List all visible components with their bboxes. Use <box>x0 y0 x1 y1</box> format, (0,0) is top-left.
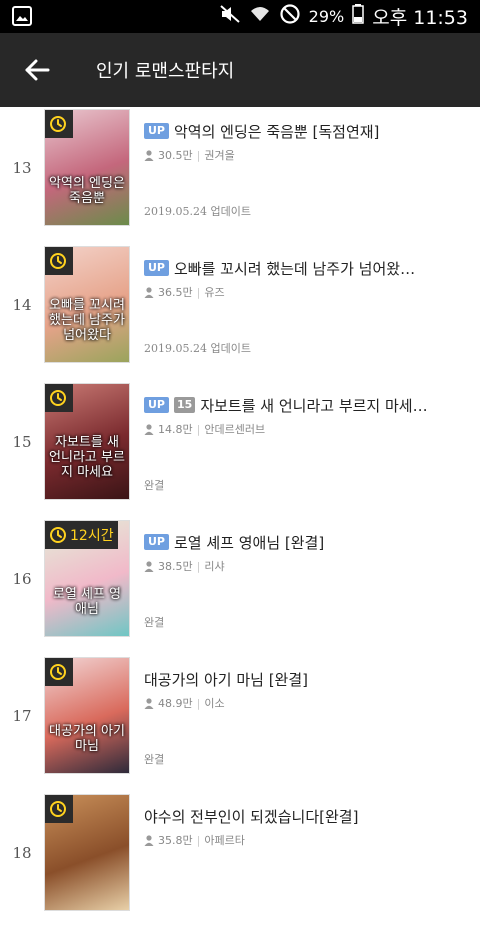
update-badge: UP <box>144 534 169 550</box>
wait-free-badge <box>45 110 73 138</box>
page-title: 인기 로맨스판타지 <box>96 61 235 82</box>
item-info: UP 오빠를 꼬시려 했는데 남주가 넘어왔… 36.5만 | 유즈 <box>144 258 468 300</box>
cover-title-text: 악역의 엔딩은 죽음뿐 <box>49 176 125 207</box>
battery-percent: 29% <box>308 7 345 26</box>
separator: | <box>196 833 201 847</box>
wait-free-badge: 12시간 <box>45 521 118 549</box>
list-item[interactable]: 13 악역의 엔딩은 죽음뿐 UP 악역의 엔딩은 죽음뿐 [독점연재] 30.5만 | 권… <box>0 107 480 244</box>
clock-icon <box>50 664 66 680</box>
view-count: 36.5만 <box>158 286 193 299</box>
cover-thumbnail[interactable]: 자보트를 새 언니라고 부르지 마세요 <box>44 383 130 500</box>
author-name: 아페르타 <box>204 834 245 847</box>
update-badge: UP <box>144 123 169 139</box>
view-count: 35.8만 <box>158 834 193 847</box>
item-info: UP 로열 셰프 영애님 [완결] 38.5만 | 리샤 <box>144 532 468 574</box>
separator: | <box>196 148 201 162</box>
person-icon <box>144 560 154 572</box>
separator: | <box>196 285 201 299</box>
status-text: 2019.05.24 업데이트 <box>144 342 251 355</box>
separator: | <box>196 696 201 710</box>
cover-thumbnail[interactable]: 악역의 엔딩은 죽음뿐 <box>44 109 130 226</box>
update-badge: UP <box>144 397 169 413</box>
item-info: 야수의 전부인이 되겠습니다[완결] 35.8만 | 아페르타 <box>144 806 468 848</box>
wait-free-time: 12시간 <box>70 528 114 544</box>
list-item[interactable]: 15 자보트를 새 언니라고 부르지 마세요 UP 15 자보트를 새 언니라고 부르지… <box>0 381 480 518</box>
cover-title-text: 로열 셰프 영애님 <box>52 587 122 618</box>
list-item[interactable]: 16 12시간로열 셰프 영애님 UP 로열 셰프 영애님 [완결] 38.5만 | 리샤완… <box>0 518 480 655</box>
age-rating-badge: 15 <box>174 397 196 413</box>
view-count: 38.5만 <box>158 560 193 573</box>
cover-title-text: 자보트를 새 언니라고 부르지 마세요 <box>49 435 125 481</box>
item-title[interactable]: 오빠를 꼬시려 했는데 남주가 넘어왔… <box>174 258 415 278</box>
status-text: 완결 <box>144 616 165 629</box>
separator: | <box>196 422 201 436</box>
separator: | <box>196 559 201 573</box>
item-info: 대공가의 아기 마님 [완결] 48.9만 | 이소 <box>144 669 468 711</box>
back-button[interactable] <box>20 55 54 85</box>
author-name: 리샤 <box>204 560 225 573</box>
cover-title-text: 대공가의 아기 마님 <box>49 724 125 755</box>
clock-icon <box>50 390 66 406</box>
ranking-list: 13 악역의 엔딩은 죽음뿐 UP 악역의 엔딩은 죽음뿐 [독점연재] 30.5만 | 권… <box>0 107 480 929</box>
cover-thumbnail[interactable]: 12시간로열 셰프 영애님 <box>44 520 130 637</box>
view-count: 48.9만 <box>158 697 193 710</box>
item-title[interactable]: 악역의 엔딩은 죽음뿐 [독점연재] <box>174 121 379 141</box>
app-bar: 인기 로맨스판타지 <box>0 33 480 107</box>
rank-number: 18 <box>12 844 32 862</box>
view-count: 14.8만 <box>158 423 193 436</box>
item-title[interactable]: 자보트를 새 언니라고 부르지 마세… <box>200 395 427 415</box>
view-count: 30.5만 <box>158 149 193 162</box>
status-text: 완결 <box>144 753 165 766</box>
item-title[interactable]: 로열 셰프 영애님 [완결] <box>174 532 324 552</box>
wait-free-badge <box>45 795 73 823</box>
gallery-notification-icon <box>12 6 32 30</box>
no-sim-icon <box>279 3 301 30</box>
author-name: 안데르센러브 <box>204 423 266 436</box>
wait-free-badge <box>45 658 73 686</box>
status-text: 완결 <box>144 479 165 492</box>
item-title[interactable]: 대공가의 아기 마님 [완결] <box>144 669 308 689</box>
person-icon <box>144 423 154 435</box>
person-icon <box>144 149 154 161</box>
back-arrow-icon <box>25 59 50 81</box>
person-icon <box>144 286 154 298</box>
item-info: UP 15 자보트를 새 언니라고 부르지 마세… 14.8만 | 안데르센러브 <box>144 395 468 437</box>
rank-number: 16 <box>12 570 32 588</box>
wait-free-badge <box>45 247 73 275</box>
cover-thumbnail[interactable]: 오빠를 꼬시려 했는데 남주가 넘어왔다 <box>44 246 130 363</box>
battery-icon <box>352 4 364 29</box>
wifi-icon <box>249 4 271 29</box>
status-bar: 29% 오후 11:53 <box>0 0 480 33</box>
rank-number: 17 <box>12 707 32 725</box>
person-icon <box>144 697 154 709</box>
author-name: 이소 <box>204 697 225 710</box>
clock: 오후 11:53 <box>372 7 468 29</box>
rank-number: 13 <box>12 159 32 177</box>
status-text: 2019.05.24 업데이트 <box>144 205 251 218</box>
author-name: 권겨을 <box>204 149 235 162</box>
item-title[interactable]: 야수의 전부인이 되겠습니다[완결] <box>144 806 358 826</box>
update-badge: UP <box>144 260 169 276</box>
item-info: UP 악역의 엔딩은 죽음뿐 [독점연재] 30.5만 | 권겨을 <box>144 121 468 163</box>
clock-icon <box>50 527 66 543</box>
author-name: 유즈 <box>204 286 225 299</box>
mute-icon <box>219 4 241 29</box>
rank-number: 14 <box>12 296 32 314</box>
clock-icon <box>50 801 66 817</box>
clock-icon <box>50 253 66 269</box>
wait-free-badge <box>45 384 73 412</box>
rank-number: 15 <box>12 433 32 451</box>
list-item[interactable]: 14 오빠를 꼬시려 했는데 남주가 넘어왔다 UP 오빠를 꼬시려 했는데 남주가 … <box>0 244 480 381</box>
list-item[interactable]: 18 야수의 전부인이 되겠습니다[완결] 35.8만 | 아페르타 <box>0 792 480 929</box>
cover-title-text: 오빠를 꼬시려 했는데 남주가 넘어왔다 <box>49 298 125 344</box>
list-item[interactable]: 17 대공가의 아기 마님 대공가의 아기 마님 [완결] 48.9만 | 이소완결 <box>0 655 480 792</box>
clock-icon <box>50 116 66 132</box>
cover-thumbnail[interactable]: 대공가의 아기 마님 <box>44 657 130 774</box>
person-icon <box>144 834 154 846</box>
